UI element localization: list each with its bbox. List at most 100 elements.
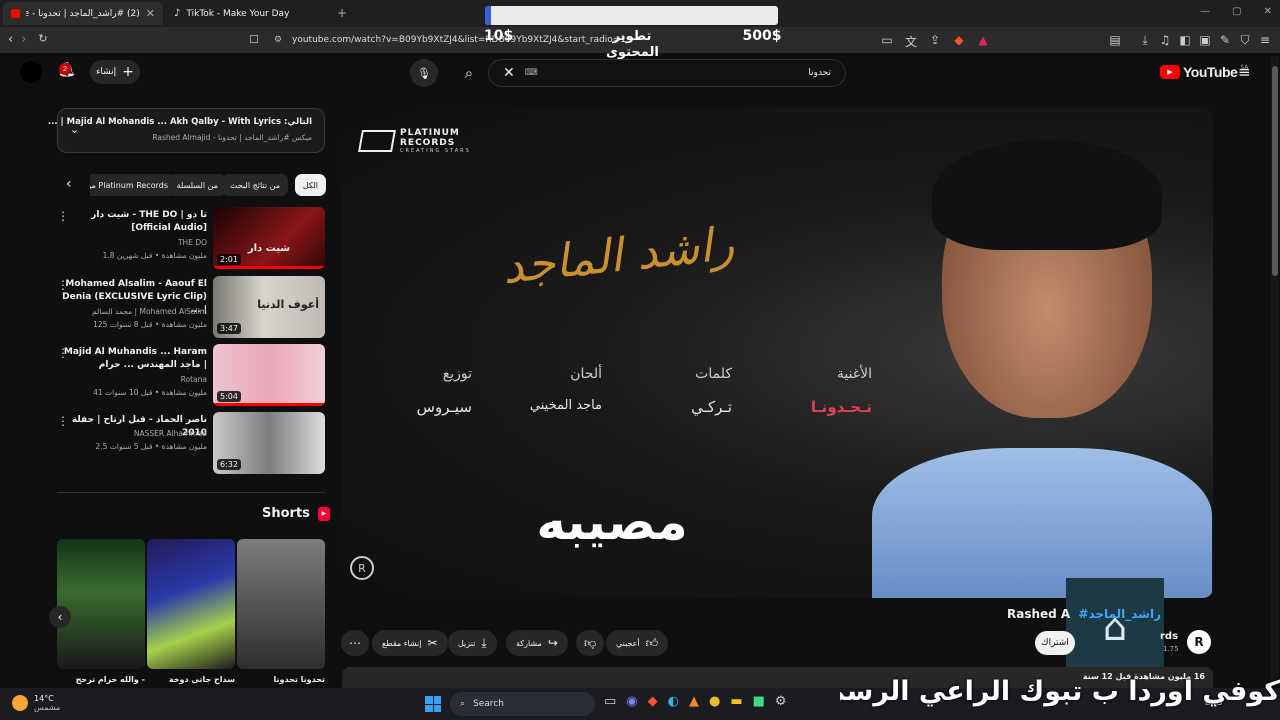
short-title[interactable]: سداح جاتي دوخة: [147, 675, 235, 684]
rotana-watermark-icon: R: [350, 556, 374, 580]
reader-icon[interactable]: ◧: [1176, 33, 1194, 48]
channel-name[interactable]: THE DO: [59, 238, 207, 247]
channel-name[interactable]: محمد السالم | Mohamed AlSalim: [59, 307, 207, 316]
video-hashtag[interactable]: #راشد_الماجد: [1078, 607, 1161, 621]
shorts-scroll-left-icon[interactable]: ‹: [49, 606, 71, 628]
youtube-logo[interactable]: ▶ YouTube SA: [1160, 64, 1248, 80]
close-icon[interactable]: ✕: [146, 7, 155, 20]
plus-icon: +: [122, 64, 134, 80]
short-card[interactable]: [237, 539, 325, 669]
channel-name[interactable]: NASSER Alhammad: [59, 429, 207, 438]
channel-name[interactable]: rds: [1160, 631, 1178, 642]
site-info-icon[interactable]: ⚙: [274, 35, 282, 45]
brave-icon[interactable]: ◆: [648, 694, 658, 709]
scrollbar-thumb[interactable]: [1272, 66, 1278, 276]
download-icon[interactable]: ⤓: [1136, 33, 1154, 48]
keyboard-icon[interactable]: ⌨: [525, 68, 538, 78]
sidebar-icon[interactable]: ▤: [1106, 33, 1124, 48]
page-scrollbar[interactable]: [1271, 56, 1279, 686]
create-button[interactable]: إنشاء +: [90, 60, 140, 84]
subscribe-button[interactable]: اشتراك: [1035, 631, 1075, 655]
brave-shield-icon[interactable]: ◆: [950, 33, 968, 50]
tab-youtube[interactable]: (2) #راشد_الماجد | تحدونا - YouTube ✕: [3, 2, 163, 25]
taskbar-search[interactable]: ⌕ Search: [450, 692, 595, 716]
avatar[interactable]: [20, 61, 42, 83]
music-icon[interactable]: ♫: [1156, 33, 1174, 48]
tab-title: (2) #راشد_الماجد | تحدونا - YouTube: [26, 8, 140, 19]
list-item[interactable]: ⋮ Mohamed Alsalim - Aaouf El Denia (EXCL…: [57, 276, 325, 340]
search-icon: ⌕: [460, 699, 466, 709]
video-title[interactable]: تا دو | THE DO - شيت دار [Official Audio…: [59, 209, 207, 235]
chip-series[interactable]: من السلسلة: [168, 174, 226, 196]
vpn-icon[interactable]: ⛉: [1236, 33, 1254, 48]
short-card[interactable]: [57, 539, 145, 669]
chip-search-results[interactable]: من نتائج البحث: [221, 174, 288, 196]
search-icon[interactable]: ⌕: [455, 59, 483, 87]
app-icon[interactable]: ▲: [689, 694, 699, 709]
thumbnail[interactable]: شيت دار 2:01: [213, 207, 325, 269]
dislike-button[interactable]: 👎︎: [576, 630, 605, 656]
subscriber-count: 1.75: [1163, 645, 1179, 653]
brave-rewards-icon[interactable]: ▲: [974, 33, 992, 50]
share-button[interactable]: مشاركة ↪: [506, 630, 568, 656]
back-icon[interactable]: ‹: [8, 32, 13, 47]
short-title[interactable]: تحدونا تحدونا: [237, 675, 325, 684]
settings-icon[interactable]: ⚙: [775, 694, 787, 709]
close-window-icon[interactable]: ✕: [1263, 6, 1271, 17]
discord-icon[interactable]: ◉: [626, 694, 637, 709]
video-title-text: Rashed A: [1007, 607, 1071, 621]
maximize-icon[interactable]: ▢: [1232, 6, 1241, 17]
divider: [57, 492, 325, 493]
tab-tiktok[interactable]: ♪ TikTok - Make Your Day: [166, 2, 326, 25]
guide-menu-icon[interactable]: ≡: [1238, 63, 1251, 81]
clip-button[interactable]: إنشاء مقطع ✂: [372, 630, 448, 656]
clear-search-icon[interactable]: ✕: [503, 65, 515, 81]
chrome-icon[interactable]: ●: [709, 694, 720, 709]
album-title: مصيبه: [536, 493, 688, 551]
chip-channel[interactable]: من Platinum Records: [90, 174, 176, 196]
chips-scroll-left-icon[interactable]: ‹: [66, 176, 72, 192]
task-view-icon[interactable]: ▭: [604, 694, 616, 709]
weather-widget[interactable]: 14°C مشمس: [12, 694, 60, 712]
shorts-icon: ▶: [317, 506, 330, 521]
wallet-icon[interactable]: ▣: [1196, 33, 1214, 48]
like-button[interactable]: أعجبني 👍︎: [606, 630, 669, 656]
short-title[interactable]: والله حرام ترحج -: [57, 675, 145, 684]
thumbnail[interactable]: 6:32: [213, 412, 325, 474]
menu-icon[interactable]: ≡: [1256, 33, 1274, 48]
bookmark-icon[interactable]: ☐: [249, 33, 259, 46]
voice-search-icon[interactable]: 🎙︎: [410, 59, 438, 87]
overlay-price-left: 10$: [484, 28, 514, 44]
android-icon[interactable]: ■: [753, 694, 765, 709]
channel-name[interactable]: Rotana: [59, 375, 207, 384]
video-player[interactable]: PLATINUM RECORDS CREATING STARS راشد الم…: [342, 108, 1213, 598]
download-button[interactable]: تنزيل ⤓: [448, 630, 497, 656]
list-item[interactable]: ⋮ Majid Al Muhandis ... Haram | ماجد الم…: [57, 344, 325, 408]
edge-icon[interactable]: ◐: [668, 694, 679, 709]
share-page-icon[interactable]: ⇪: [926, 33, 944, 50]
file-explorer-icon[interactable]: ▬: [730, 694, 742, 709]
cast-icon[interactable]: ▭: [878, 33, 896, 50]
search-input[interactable]: ✕ ⌨ تحدونا: [488, 59, 846, 87]
channel-avatar[interactable]: R: [1187, 630, 1211, 654]
singer-portrait: [872, 140, 1212, 598]
youtube-logo-text: YouTube: [1183, 64, 1238, 80]
more-actions-button[interactable]: ⋯: [341, 630, 369, 656]
short-card[interactable]: [147, 539, 235, 669]
credit-value: سيـروس: [416, 398, 472, 416]
overlay-progress-fill: [485, 6, 491, 25]
thumbnail[interactable]: أعوف الدنيا 3:47: [213, 276, 325, 338]
forward-icon[interactable]: ›: [21, 32, 26, 47]
translate-icon[interactable]: 文: [902, 33, 920, 50]
start-button[interactable]: [425, 696, 441, 712]
list-item[interactable]: ⋮ تا دو | THE DO - شيت دار [Official Aud…: [57, 207, 325, 271]
playlist-panel[interactable]: ⌄ التالي: Majid Al Mohandis ... Akh Qalb…: [48, 108, 325, 153]
reload-icon[interactable]: ↻: [38, 32, 47, 47]
new-tab-button[interactable]: +: [337, 6, 347, 20]
video-title[interactable]: Majid Al Muhandis ... Haram | ماجد المهن…: [59, 346, 207, 372]
thumbnail[interactable]: 5:04: [213, 344, 325, 406]
chip-all[interactable]: الكل: [294, 174, 326, 196]
extensions-icon[interactable]: ✎: [1216, 33, 1234, 48]
minimize-icon[interactable]: —: [1200, 6, 1210, 17]
list-item[interactable]: ⋮ ناصر الحماد - قبل ارتاح | حفلة 2010 NA…: [57, 412, 325, 476]
